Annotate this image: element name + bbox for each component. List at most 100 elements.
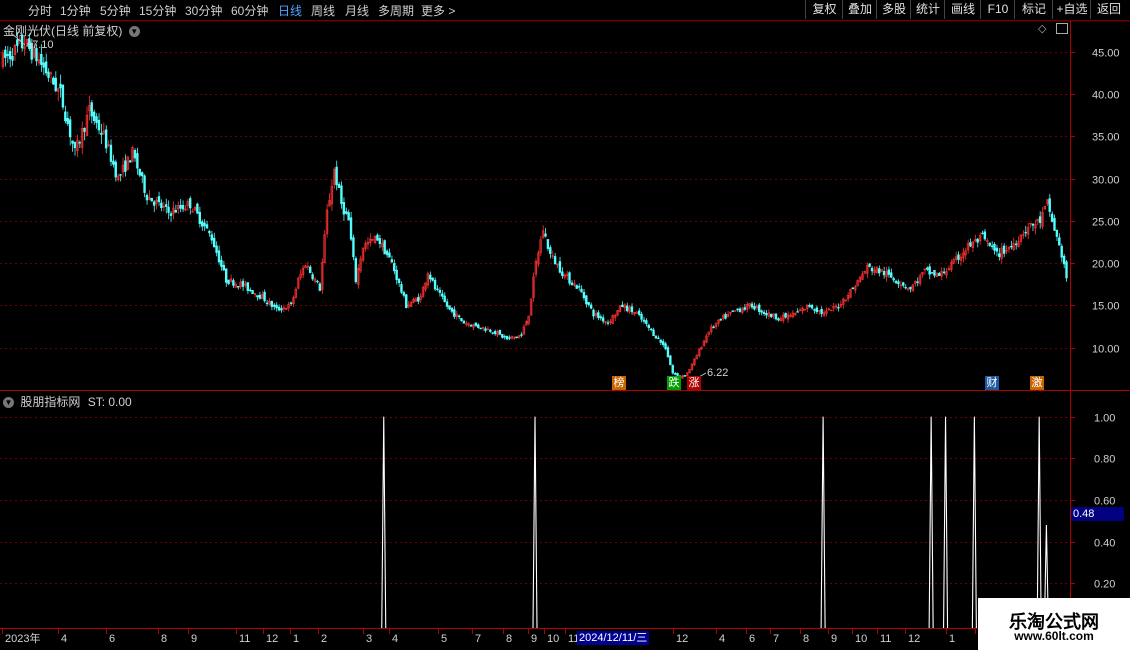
candle-body — [441, 293, 444, 297]
candle-body — [145, 195, 149, 201]
candle-body — [870, 267, 874, 272]
candle-body — [1050, 213, 1054, 222]
candle-body — [138, 168, 141, 176]
x-tick-label-2: 6 — [109, 633, 115, 645]
stock-title: 金刚光伏(日线 前复权) — [3, 24, 123, 38]
candle-body — [1055, 229, 1059, 237]
candle-body — [990, 245, 994, 248]
candle-body — [385, 250, 389, 256]
candle-body — [625, 305, 629, 312]
candle-body — [246, 282, 249, 291]
candle-body — [988, 242, 991, 246]
candle-body — [491, 332, 494, 334]
event-tag-up[interactable]: 涨 — [687, 376, 701, 390]
x-tick-label-3: 8 — [161, 633, 167, 645]
candle-body — [810, 304, 814, 309]
candle-body — [515, 336, 518, 338]
candle-body — [642, 319, 646, 322]
candle-body — [813, 309, 816, 311]
candle-body — [152, 201, 156, 206]
candle-body — [580, 288, 583, 293]
candle-body — [136, 153, 139, 169]
candle-body — [890, 272, 893, 278]
chevron-down-icon[interactable]: ▼ — [128, 26, 140, 38]
candle-body — [647, 324, 650, 329]
event-tag-list[interactable]: 榜 — [612, 376, 626, 390]
candle-body — [169, 213, 173, 216]
candle-body — [577, 286, 581, 288]
candle-body — [815, 307, 819, 313]
x-tick-label-15: 10 — [547, 633, 559, 645]
candle-body — [561, 271, 564, 276]
candle-body — [150, 197, 153, 202]
candle-body — [200, 221, 204, 227]
candle-body — [493, 330, 497, 335]
indicator-current-value: 0.48 — [1071, 507, 1124, 521]
candle-body — [342, 202, 346, 215]
price-tick-label-6: 15.00 — [1092, 301, 1120, 313]
candle-body — [445, 301, 449, 307]
candle-body — [621, 304, 624, 307]
panel-toggle-icon[interactable] — [1056, 23, 1068, 34]
candle-body — [265, 302, 269, 305]
candle-body — [549, 247, 552, 255]
candle-body — [1010, 245, 1013, 248]
candle-body — [1024, 231, 1027, 234]
candle-body — [769, 313, 773, 318]
candle-body — [217, 250, 221, 263]
candle-body — [587, 302, 590, 306]
candle-body — [68, 119, 72, 138]
candle-body — [119, 174, 122, 176]
chevron-down-icon[interactable]: ▼ — [3, 397, 14, 409]
candle-body — [114, 161, 117, 178]
candle-body — [71, 140, 74, 144]
candle-body — [104, 129, 108, 149]
candle-body — [273, 304, 276, 307]
candle-body — [777, 318, 780, 321]
event-tag-down[interactable]: 跌 — [667, 376, 681, 390]
candle-body — [1014, 243, 1018, 246]
ind-tick-label-1: 0.80 — [1094, 454, 1115, 466]
candle-body — [1031, 223, 1035, 226]
candle-body — [378, 238, 382, 244]
candle-body — [376, 234, 379, 241]
x-tick-label-23: 10 — [855, 633, 867, 645]
candle-body — [157, 196, 161, 203]
price-tick-label-4: 25.00 — [1092, 217, 1120, 229]
candle-body — [892, 278, 895, 281]
candle-body — [179, 204, 182, 209]
x-tick-label-8: 2 — [321, 633, 327, 645]
candle-body — [220, 259, 223, 267]
candle-body — [164, 204, 168, 207]
candle-body — [352, 237, 355, 258]
candle-body — [457, 315, 461, 318]
candle-body — [1062, 255, 1066, 265]
candle-body — [762, 311, 766, 315]
candle-body — [224, 268, 228, 283]
candle-body — [904, 286, 907, 289]
event-tag-finance[interactable]: 财 — [985, 376, 999, 390]
candle-body — [683, 375, 686, 377]
candle-body — [568, 272, 571, 284]
candle-body — [657, 337, 660, 340]
candle-body — [196, 203, 199, 214]
candle-body — [212, 237, 216, 248]
x-tick-label-4: 9 — [191, 633, 197, 645]
candle-body — [933, 270, 936, 276]
candle-body — [349, 217, 353, 240]
candle-body — [887, 269, 891, 275]
event-tag-motivate[interactable]: 激 — [1030, 376, 1044, 390]
candle-body — [738, 308, 742, 312]
ind-tick-label-2: 0.60 — [1094, 496, 1115, 508]
candle-body — [520, 334, 523, 336]
candle-body — [796, 311, 799, 313]
candle-body — [97, 119, 101, 131]
diamond-icon[interactable]: ◇ — [1038, 22, 1046, 35]
chart-canvas[interactable]: 45.00 40.00 35.00 30.00 25.00 20.00 15.00 10.00… — [0, 0, 1130, 650]
candle-body — [760, 310, 763, 313]
candle-body — [957, 254, 960, 260]
candle-body — [205, 224, 209, 229]
candle-body — [928, 266, 931, 275]
candle-body — [198, 211, 201, 224]
candle-body — [837, 306, 840, 309]
